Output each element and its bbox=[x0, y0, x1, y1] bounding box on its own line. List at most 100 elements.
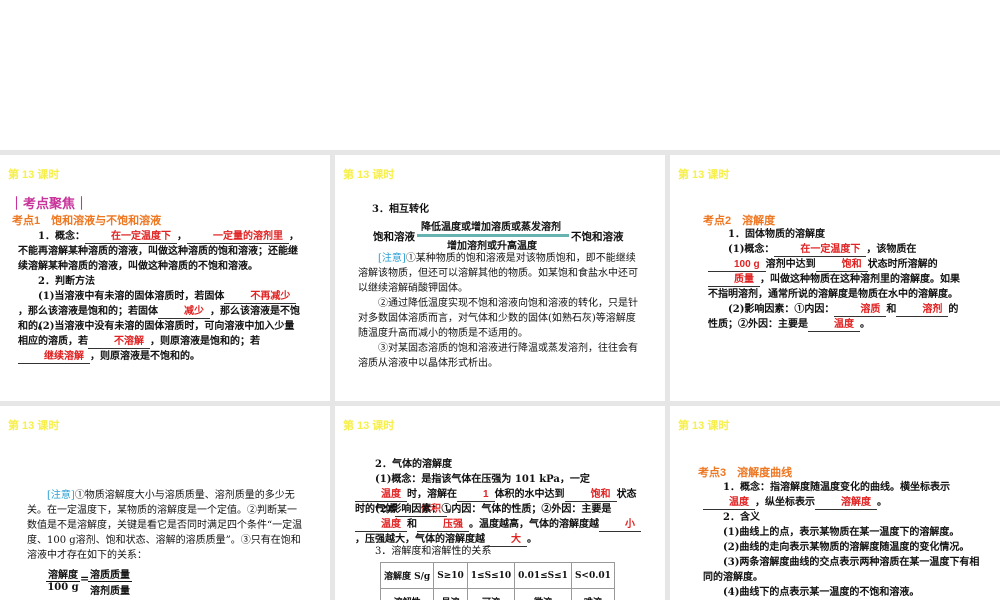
table-cell: 溶解度 S/g bbox=[379, 562, 435, 589]
text-run: 。 bbox=[877, 497, 887, 508]
text-run: (4)曲线下的点表示某一温度的不饱和溶液。 bbox=[723, 587, 920, 598]
answer-blank: 在一定温度下 bbox=[84, 231, 177, 244]
answer-blank: 在一定温度下 bbox=[774, 244, 867, 257]
paragraph: 1．固体物质的溶解度 bbox=[708, 227, 960, 242]
paragraph: (2)当溶液中没有未溶的固体溶质时，可向溶液中加入少量相应的溶质，若 不溶解 ，则原… bbox=[18, 319, 302, 364]
paragraph: 3．溶解度和溶解性的关系 bbox=[355, 544, 641, 559]
text-run: 2．含义 bbox=[723, 512, 760, 523]
saturated-label: 饱和溶液 bbox=[373, 231, 415, 243]
answer-blank: 溶质 bbox=[834, 304, 887, 317]
text-run: 状态时所溶解的 bbox=[867, 259, 938, 270]
paragraph: (1)曲线上的点，表示某物质在某一温度下的溶解度。 bbox=[703, 525, 983, 540]
text-run: (1)概念： bbox=[728, 244, 775, 255]
fraction-left: 溶解度 100 g bbox=[46, 566, 80, 593]
table-row: 溶解度 S/g S≥10 1≤S≤10 0.01≤S≤1 S<0.01 bbox=[379, 562, 615, 589]
paragraph: (1)概念： 在一定温度下 ，该物质在100 g 溶剂中达到 饱和 状态时所溶解的质量 ，叫… bbox=[708, 242, 960, 302]
lesson-label: 第 13 课时 bbox=[678, 420, 730, 432]
lesson-label: 第 13 课时 bbox=[8, 169, 60, 181]
note-tag: [注意] bbox=[47, 490, 75, 501]
answer-blank: 继续溶解 bbox=[18, 351, 90, 364]
text-run: 时，溶解在 bbox=[407, 489, 457, 500]
answer-blank: 温度 bbox=[355, 519, 407, 532]
table-cell: S<0.01 bbox=[570, 562, 615, 589]
text-run: (2)影响因素：①内因： bbox=[728, 304, 835, 315]
text-run: 和 bbox=[886, 304, 897, 315]
slide-3[interactable]: 第 13 课时 考点2 溶解度 1．固体物质的溶解度 (1)概念： 在一定温度下，… bbox=[670, 155, 1000, 401]
lesson-label: 第 13 课时 bbox=[343, 169, 395, 181]
text-run: ， bbox=[176, 231, 187, 242]
text-run: (1)当溶液中有未溶的固体溶质时，若固体 bbox=[38, 291, 225, 302]
focus-title: ｜考点聚焦｜ bbox=[10, 196, 89, 211]
note-paragraph: ③对某固态溶质的饱和溶液进行降温或蒸发溶剂，往往会有溶质从溶液中以晶体形式析出。 bbox=[358, 341, 638, 371]
text-run: (1)曲线上的点，表示某物质在某一温度下的溶解度。 bbox=[723, 527, 960, 538]
paragraph: (3)两条溶解度曲线的交点表示两种溶质在某一温度下有相同的溶解度。 bbox=[703, 555, 983, 585]
slide-6[interactable]: 第 13 课时 考点3 溶解度曲线 1．概念：指溶解度随温度变化的曲线。横坐标表… bbox=[670, 406, 1000, 600]
note-paragraph: [注意]①物质溶解度大小与溶质质量、溶剂质量的多少无关。在一定温度下，某物质的溶… bbox=[27, 488, 303, 563]
paragraph: 1．概念：指溶解度随温度变化的曲线。横坐标表示温度 ，纵坐标表示 溶解度。 bbox=[703, 480, 983, 510]
numerator: 溶质质量 bbox=[88, 566, 132, 582]
answer-blank: 减少 bbox=[158, 306, 210, 319]
arrow-bottom-label: 增加溶剂或升高温度 bbox=[447, 241, 537, 252]
text-run: ③对某固态溶质的饱和溶液进行降温或蒸发溶剂，往往会有溶质从溶液中以晶体形式析出。 bbox=[358, 343, 638, 369]
text-run: 2．气体的溶解度 bbox=[375, 459, 452, 470]
text-run: 和 bbox=[407, 519, 417, 530]
answer-blank: 不溶解 bbox=[88, 336, 150, 349]
answer-blank: 温度 bbox=[808, 319, 860, 332]
table-cell: 易溶 bbox=[433, 588, 468, 600]
slide-2[interactable]: 第 13 课时 3．相互转化 饱和溶液 降低温度或增加溶质或蒸发溶剂 增加溶剂或… bbox=[335, 155, 665, 401]
answer-blank: 质量 bbox=[708, 274, 760, 287]
answer-blank: 饱和 bbox=[564, 489, 617, 502]
text-run: ②通过降低温度实现不饱和溶液向饱和溶液的转化，只是针对多数固体溶质而言，对气体和… bbox=[358, 298, 638, 339]
table-row: 溶解性 易溶 可溶 微溶 难溶 bbox=[379, 588, 615, 600]
paragraph: 1．概念： 在一定温度下，一定量的溶剂里 ，不能再溶解某种溶质的溶液，叫做这种溶质的… bbox=[18, 229, 302, 274]
slide-4[interactable]: 第 13 课时 [注意]①物质溶解度大小与溶质质量、溶剂质量的多少无关。在一定温… bbox=[0, 406, 330, 600]
slide-5[interactable]: 第 13 课时 2．气体的溶解度 (1)概念：是指该气体在压强为 101 kPa… bbox=[335, 406, 665, 600]
answer-blank: 温度 bbox=[703, 497, 755, 510]
text-run: 体积的水中达到 bbox=[494, 489, 565, 500]
answer-blank: 溶剂 bbox=[896, 304, 949, 317]
text-run: 2．判断方法 bbox=[38, 276, 95, 287]
text-run: ，则原溶液是不饱和的。 bbox=[90, 351, 200, 362]
solubility-table: 溶解度 S/g S≥10 1≤S≤10 0.01≤S≤1 S<0.01 溶解性 … bbox=[379, 562, 615, 600]
text-run: 1．概念： bbox=[38, 231, 85, 242]
answer-blank: 小 bbox=[599, 519, 641, 532]
section-heading: 考点3 溶解度曲线 bbox=[698, 467, 793, 479]
text-run: 。温度越高，气体的溶解度越 bbox=[469, 519, 599, 530]
text-run: (2)曲线的走向表示某物质的溶解度随温度的变化情况。 bbox=[723, 542, 970, 553]
note-paragraph: [注意]①某种物质的饱和溶液是对该物质饱和，即不能继续溶解该物质，但还可以溶解其… bbox=[358, 251, 638, 296]
table-cell: 溶解性 bbox=[379, 588, 435, 600]
answer-blank: 温度 bbox=[355, 489, 407, 502]
fraction-right: 溶质质量 溶剂质量 bbox=[88, 566, 132, 597]
paragraph: (2)曲线的走向表示某物质的溶解度随温度的变化情况。 bbox=[703, 540, 983, 555]
text-run: ，那么该溶液是饱和的；若固体 bbox=[18, 306, 158, 317]
denominator: 100 g bbox=[47, 582, 79, 593]
text-run: ，则原溶液是饱和的；若 bbox=[150, 336, 260, 347]
text-run: 1．固体物质的溶解度 bbox=[728, 229, 825, 240]
answer-blank: 压强 bbox=[417, 519, 469, 532]
section-heading: 考点2 溶解度 bbox=[703, 215, 776, 227]
table-cell: 1≤S≤10 bbox=[466, 562, 516, 589]
text-run: 溶剂中达到 bbox=[765, 259, 816, 270]
note-paragraph: ②通过降低温度实现不饱和溶液向饱和溶液的转化，只是针对多数固体溶质而言，对气体和… bbox=[358, 296, 638, 341]
paragraph: 2．含义 bbox=[703, 510, 983, 525]
arrow-top-label: 降低温度或增加溶质或蒸发溶剂 bbox=[421, 222, 561, 233]
answer-blank: 100 g bbox=[708, 259, 766, 272]
answer-blank: 饱和 bbox=[815, 259, 868, 272]
slide-1[interactable]: 第 13 课时 ｜考点聚焦｜ 考点1 饱和溶液与不饱和溶液 1．概念： 在一定温度… bbox=[0, 155, 330, 401]
text-run: (2)影响因素：①内因：气体的性质；②外因：主要是 bbox=[375, 504, 612, 515]
numerator: 溶解度 bbox=[46, 566, 80, 582]
table-cell: 可溶 bbox=[466, 588, 516, 600]
table-cell: 微溶 bbox=[514, 588, 572, 600]
text-run: 1．概念：指溶解度随温度变化的曲线。横坐标表示 bbox=[723, 482, 950, 493]
paragraph: (4)曲线下的点表示某一温度的不饱和溶液。 bbox=[703, 585, 983, 600]
text-run: ，纵坐标表示 bbox=[755, 497, 815, 508]
paragraph: (2)影响因素：①内因： 溶质和溶剂 的性质；②外因：主要是 温度。 bbox=[708, 302, 960, 332]
answer-blank: 溶解度 bbox=[815, 497, 877, 510]
lesson-label: 第 13 课时 bbox=[678, 169, 730, 181]
text-run: ，该物质在 bbox=[866, 244, 917, 255]
subsection-title: 3．相互转化 bbox=[372, 204, 429, 215]
table-cell: 难溶 bbox=[570, 588, 615, 600]
answer-blank: 不再减少 bbox=[224, 291, 297, 304]
text-run: (1)概念：是指该气体在压强为 101 kPa，一定 bbox=[375, 474, 590, 485]
text-run: (3)两条溶解度曲线的交点表示两种溶质在某一温度下有相同的溶解度。 bbox=[703, 557, 980, 583]
